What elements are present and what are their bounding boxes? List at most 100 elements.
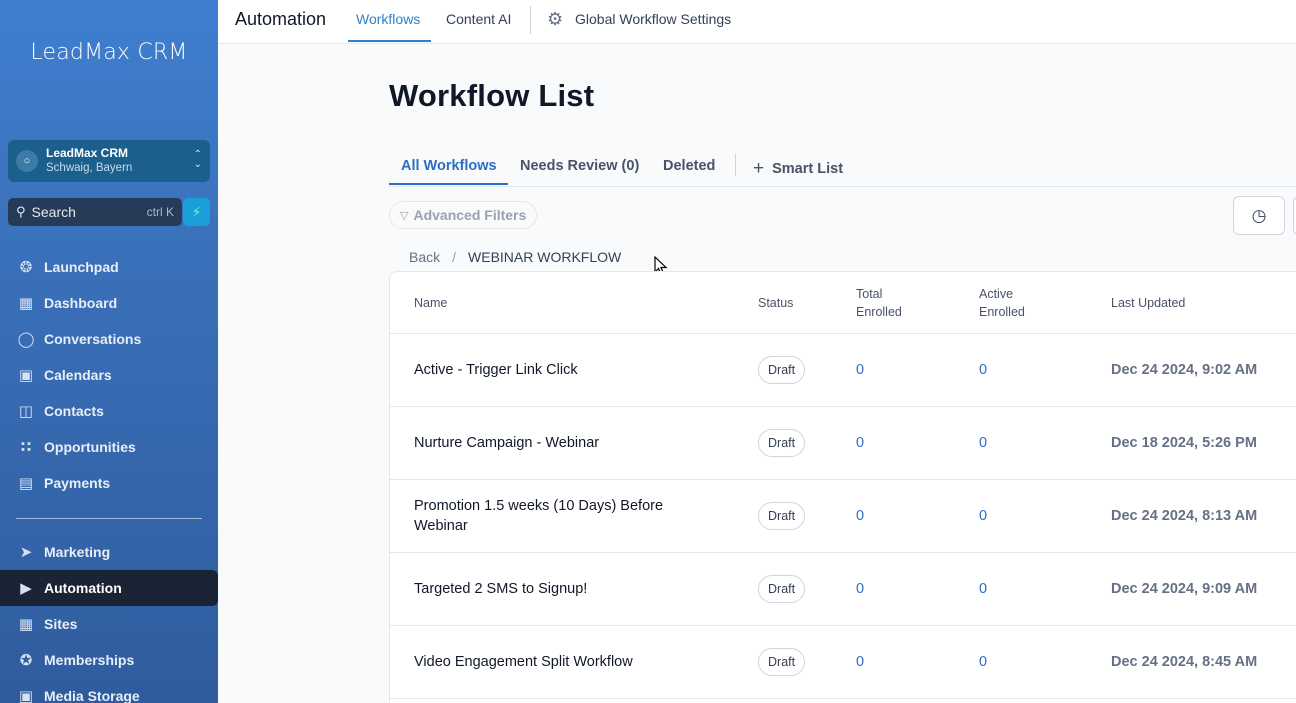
global-workflow-settings-link[interactable]: Global Workflow Settings xyxy=(575,11,731,27)
image-icon: ▣ xyxy=(18,688,34,703)
total-enrolled-count[interactable]: 0 xyxy=(856,362,864,378)
header-total-enrolled-line1: Total xyxy=(856,287,883,301)
sidebar-item-label: Conversations xyxy=(44,331,142,347)
search-placeholder: Search xyxy=(31,204,76,220)
add-smart-list-button[interactable]: + Smart List xyxy=(753,158,843,180)
sidebar-item-label: Media Storage xyxy=(44,688,140,703)
account-location: Schwaig, Bayern xyxy=(46,162,133,174)
sidebar-item-opportunities[interactable]: ∷ Opportunities xyxy=(0,429,218,465)
subtab-separator xyxy=(735,154,736,176)
active-enrolled-count[interactable]: 0 xyxy=(979,654,987,670)
quick-action-bolt-icon[interactable]: ⚡ xyxy=(183,198,210,226)
account-name: LeadMax CRM xyxy=(46,146,129,160)
sidebar-nav-primary: ❂ Launchpad ▦ Dashboard ◯ Conversations ▣ Ca… xyxy=(0,249,218,501)
send-icon: ➤ xyxy=(19,544,33,561)
sidebar-item-conversations[interactable]: ◯ Conversations xyxy=(0,321,218,357)
sidebar-item-media-storage[interactable]: ▣ Media Storage xyxy=(0,678,218,703)
active-enrolled-count[interactable]: 0 xyxy=(979,581,987,597)
contact-book-icon: ◫ xyxy=(18,403,34,420)
sidebar: LeadMax CRM ○ LeadMax CRM Schwaig, Bayer… xyxy=(0,0,218,703)
tab-workflows[interactable]: Workflows xyxy=(356,11,420,27)
table-row[interactable]: Nurture Campaign - Webinar Draft 0 0 Dec… xyxy=(390,407,1296,480)
tab-separator xyxy=(530,6,531,34)
sidebar-item-label: Marketing xyxy=(44,544,111,560)
total-enrolled-count[interactable]: 0 xyxy=(856,508,864,524)
header-total-enrolled-line2: Enrolled xyxy=(856,305,902,319)
last-updated: Dec 24 2024, 8:13 AM xyxy=(1111,508,1258,524)
brand-logo: LeadMax CRM xyxy=(30,40,188,65)
workflow-tabs: All Workflows Needs Review (0) Deleted +… xyxy=(389,150,1296,187)
active-enrolled-count[interactable]: 0 xyxy=(979,362,987,378)
filter-icon: ▽ xyxy=(400,209,409,222)
breadcrumb-back-link[interactable]: Back xyxy=(409,249,440,265)
search-icon: ⚲ xyxy=(16,204,26,219)
table-row[interactable]: Targeted 2 SMS to Signup! Draft 0 0 Dec … xyxy=(390,553,1296,626)
total-enrolled-count[interactable]: 0 xyxy=(856,654,864,670)
account-switcher[interactable]: ○ LeadMax CRM Schwaig, Bayern ⌃ ⌄ xyxy=(8,140,210,182)
smart-list-label: Smart List xyxy=(772,161,844,177)
table-row[interactable]: Promotion 1.5 weeks (10 Days) Before Web… xyxy=(390,480,1296,553)
globe-icon: ▦ xyxy=(18,616,34,633)
sidebar-item-label: Automation xyxy=(44,580,122,596)
last-updated: Dec 24 2024, 8:45 AM xyxy=(1111,654,1258,670)
last-updated: Dec 24 2024, 9:02 AM xyxy=(1111,362,1258,378)
workflow-name[interactable]: Targeted 2 SMS to Signup! xyxy=(414,579,714,599)
tab-active-indicator xyxy=(348,40,431,42)
status-badge: Draft xyxy=(758,502,806,530)
sidebar-item-label: Dashboard xyxy=(44,295,118,311)
sidebar-item-contacts[interactable]: ◫ Contacts xyxy=(0,393,218,429)
advanced-filters-label: Advanced Filters xyxy=(413,207,527,223)
header-active-enrolled[interactable]: Active Enrolled xyxy=(979,285,1025,321)
sidebar-item-launchpad[interactable]: ❂ Launchpad xyxy=(0,249,218,285)
chat-bubble-icon: ◯ xyxy=(17,331,35,348)
last-updated: Dec 18 2024, 5:26 PM xyxy=(1111,435,1257,451)
header-active-enrolled-line2: Enrolled xyxy=(979,305,1025,319)
total-enrolled-count[interactable]: 0 xyxy=(856,581,864,597)
total-enrolled-count[interactable]: 0 xyxy=(856,435,864,451)
chevron-updown-icon: ⌃ ⌄ xyxy=(193,149,202,170)
sidebar-item-label: Opportunities xyxy=(44,439,136,455)
active-enrolled-count[interactable]: 0 xyxy=(979,435,987,451)
table-row[interactable]: Video Engagement Split Workflow Draft 0 … xyxy=(390,626,1296,699)
header-status[interactable]: Status xyxy=(758,294,793,312)
workflow-table: Name Status Total Enrolled Active Enroll… xyxy=(389,271,1296,703)
receipt-icon: ▤ xyxy=(18,475,34,492)
tab-needs-review[interactable]: Needs Review (0) xyxy=(520,158,639,174)
search-shortcut: ctrl K xyxy=(146,205,174,219)
nodes-icon: ∷ xyxy=(20,439,32,456)
history-button[interactable]: ◷ xyxy=(1233,196,1285,235)
top-bar: Automation Workflows Content AI ⚙ Global… xyxy=(218,0,1296,44)
sidebar-item-memberships[interactable]: ✪ Memberships xyxy=(0,642,218,678)
calendar-icon: ▣ xyxy=(18,367,34,384)
header-name[interactable]: Name xyxy=(414,294,447,312)
breadcrumb: Back / WEBINAR WORKFLOW xyxy=(409,249,621,265)
active-enrolled-count[interactable]: 0 xyxy=(979,508,987,524)
sidebar-divider xyxy=(16,518,202,519)
sidebar-item-label: Memberships xyxy=(44,652,135,668)
workflow-name[interactable]: Video Engagement Split Workflow xyxy=(414,652,714,672)
sidebar-item-label: Payments xyxy=(44,475,111,491)
sidebar-item-dashboard[interactable]: ▦ Dashboard xyxy=(0,285,218,321)
sidebar-item-calendars[interactable]: ▣ Calendars xyxy=(0,357,218,393)
sidebar-item-automation[interactable]: ▶ Automation xyxy=(0,570,218,606)
gear-icon[interactable]: ⚙ xyxy=(547,9,563,30)
last-updated: Dec 24 2024, 9:09 AM xyxy=(1111,581,1258,597)
sidebar-item-label: Sites xyxy=(44,616,78,632)
sidebar-item-payments[interactable]: ▤ Payments xyxy=(0,465,218,501)
tab-content-ai[interactable]: Content AI xyxy=(446,11,511,27)
tab-deleted[interactable]: Deleted xyxy=(663,158,715,174)
advanced-filters-button[interactable]: ▽ Advanced Filters xyxy=(389,201,538,229)
workflow-name[interactable]: Promotion 1.5 weeks (10 Days) Before Web… xyxy=(414,496,714,536)
search-input[interactable]: ⚲ Search ctrl K xyxy=(8,198,182,226)
header-last-updated[interactable]: Last Updated xyxy=(1111,294,1185,312)
sidebar-item-sites[interactable]: ▦ Sites xyxy=(0,606,218,642)
sidebar-item-marketing[interactable]: ➤ Marketing xyxy=(0,534,218,570)
workflow-name[interactable]: Nurture Campaign - Webinar xyxy=(414,433,714,453)
header-active-enrolled-line1: Active xyxy=(979,287,1014,301)
breadcrumb-current: WEBINAR WORKFLOW xyxy=(468,249,622,265)
header-total-enrolled[interactable]: Total Enrolled xyxy=(856,285,902,321)
workflow-name[interactable]: Active - Trigger Link Click xyxy=(414,360,714,380)
tab-all-workflows[interactable]: All Workflows xyxy=(401,158,497,174)
subtab-active-indicator xyxy=(389,183,508,185)
table-row[interactable]: Active - Trigger Link Click Draft 0 0 De… xyxy=(390,334,1296,407)
